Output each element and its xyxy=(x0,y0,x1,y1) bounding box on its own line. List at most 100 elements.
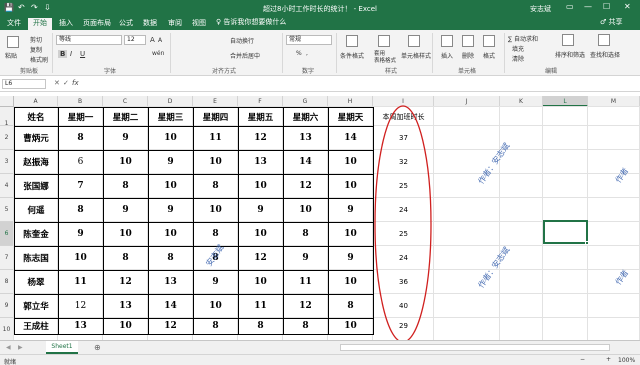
fill-handle[interactable] xyxy=(585,241,589,245)
header-cell[interactable]: 星期一 xyxy=(58,107,103,126)
hours-cell[interactable]: 6 xyxy=(58,150,103,174)
user-name[interactable]: 安志斌 xyxy=(530,4,551,14)
name-cell[interactable]: 杨翠 xyxy=(14,270,58,294)
name-cell[interactable]: 陈志国 xyxy=(14,246,58,270)
name-cell[interactable]: 何遥 xyxy=(14,198,58,222)
hours-cell[interactable]: 10 xyxy=(283,198,328,222)
row-header-5[interactable]: 5 xyxy=(0,198,14,222)
zoom-in-icon[interactable]: + xyxy=(606,356,611,363)
hours-cell[interactable]: 9 xyxy=(328,198,373,222)
font-size-select[interactable]: 12 xyxy=(124,35,146,45)
hours-cell[interactable]: 10 xyxy=(148,174,193,198)
worksheet-grid[interactable]: ABCDEFGHIJKLM 1 2 3 4 5 6 7 8 9 10 姓名 星期一 星期二 星期三 星期四… xyxy=(0,92,640,340)
row-header-10[interactable]: 10 xyxy=(0,318,14,340)
hours-cell[interactable]: 12 xyxy=(283,174,328,198)
overtime-value-cell[interactable]: 24 xyxy=(373,198,434,222)
overtime-header-cell[interactable]: 本周加班时长 xyxy=(373,107,434,126)
delete-cells-icon[interactable] xyxy=(462,35,474,47)
hours-cell[interactable]: 14 xyxy=(283,150,328,174)
format-cells-button[interactable]: 格式 xyxy=(483,51,495,60)
hours-cell[interactable]: 10 xyxy=(328,222,373,246)
add-sheet-icon[interactable]: ⊕ xyxy=(94,343,101,352)
fill-button[interactable]: 填充 xyxy=(512,44,524,53)
copy-button[interactable]: 复制 xyxy=(30,45,42,54)
hours-cell[interactable]: 11 xyxy=(283,270,328,294)
row-header-6[interactable]: 6 xyxy=(0,222,14,246)
hours-cell[interactable]: 10 xyxy=(238,174,283,198)
close-icon[interactable]: ✕ xyxy=(624,2,631,11)
hours-cell[interactable]: 10 xyxy=(328,270,373,294)
cell-styles-button[interactable]: 单元格样式 xyxy=(401,51,431,60)
phonetic-button[interactable]: wén xyxy=(152,50,164,57)
find-select-button[interactable]: 查找和选择 xyxy=(590,50,620,59)
hours-cell[interactable]: 10 xyxy=(103,150,148,174)
cell-styles-icon[interactable] xyxy=(408,35,420,47)
name-box[interactable]: L6 xyxy=(2,79,46,89)
hours-cell[interactable]: 12 xyxy=(58,294,103,318)
tell-me-search[interactable]: ♀ 告诉我你想要做什么 xyxy=(216,17,286,27)
hours-cell[interactable]: 10 xyxy=(193,294,238,318)
hours-cell[interactable]: 10 xyxy=(58,246,103,270)
hours-cell[interactable]: 8 xyxy=(193,222,238,246)
tab-home[interactable]: 开始 xyxy=(28,18,52,30)
row-header-4[interactable]: 4 xyxy=(0,174,14,198)
hours-cell[interactable]: 12 xyxy=(283,294,328,318)
format-painter-button[interactable]: 格式刷 xyxy=(30,55,48,64)
hours-cell[interactable]: 9 xyxy=(58,222,103,246)
tab-formulas[interactable]: 公式 xyxy=(116,18,136,30)
font-name-select[interactable]: 等线 xyxy=(56,35,122,45)
hours-cell[interactable]: 8 xyxy=(328,294,373,318)
format-as-table-button[interactable]: 套用 表格格式 xyxy=(374,51,396,65)
delete-cells-button[interactable]: 删除 xyxy=(462,51,474,60)
hours-cell[interactable]: 10 xyxy=(328,174,373,198)
header-cell[interactable]: 星期五 xyxy=(238,107,283,126)
hours-cell[interactable]: 9 xyxy=(148,150,193,174)
merge-center-button[interactable]: 合并后居中 xyxy=(230,51,260,60)
hours-cell[interactable]: 7 xyxy=(58,174,103,198)
row-header-8[interactable]: 8 xyxy=(0,270,14,294)
wrap-text-button[interactable]: 自动换行 xyxy=(230,36,254,45)
grow-font-button[interactable]: A xyxy=(150,36,155,44)
format-cells-icon[interactable] xyxy=(483,35,495,47)
overtime-value-cell[interactable]: 24 xyxy=(373,246,434,270)
hours-cell[interactable]: 14 xyxy=(148,294,193,318)
select-all-corner[interactable] xyxy=(0,96,14,107)
next-sheet-icon[interactable]: ▶ xyxy=(18,344,23,351)
row-header-9[interactable]: 9 xyxy=(0,294,14,318)
hours-cell[interactable]: 12 xyxy=(238,246,283,270)
row-header-7[interactable]: 7 xyxy=(0,246,14,270)
paste-button[interactable]: 粘贴 xyxy=(5,51,17,60)
hours-cell[interactable]: 10 xyxy=(148,126,193,150)
overtime-value-cell[interactable]: 25 xyxy=(373,222,434,246)
hours-cell[interactable]: 8 xyxy=(58,126,103,150)
tab-file[interactable]: 文件 xyxy=(3,18,25,30)
overtime-value-cell[interactable]: 40 xyxy=(373,294,434,318)
clear-button[interactable]: 清除 xyxy=(512,54,524,63)
hours-cell[interactable]: 13 xyxy=(58,318,103,334)
prev-sheet-icon[interactable]: ◀ xyxy=(6,344,11,351)
find-select-icon[interactable] xyxy=(598,34,610,46)
overtime-value-cell[interactable]: 25 xyxy=(373,174,434,198)
hours-cell[interactable]: 12 xyxy=(103,270,148,294)
conditional-format-button[interactable]: 条件格式 xyxy=(340,51,364,60)
italic-button[interactable]: I xyxy=(70,50,72,58)
hours-cell[interactable]: 8 xyxy=(238,318,283,334)
cancel-icon[interactable]: ✕ xyxy=(54,79,60,87)
hours-cell[interactable]: 8 xyxy=(193,318,238,334)
hours-cell[interactable]: 11 xyxy=(58,270,103,294)
sort-filter-button[interactable]: 排序和筛选 xyxy=(555,50,585,59)
insert-cells-icon[interactable] xyxy=(441,35,453,47)
hours-cell[interactable]: 8 xyxy=(148,246,193,270)
function-icon[interactable]: fx xyxy=(72,79,79,87)
hours-cell[interactable]: 10 xyxy=(103,318,148,334)
hours-cell[interactable]: 10 xyxy=(238,270,283,294)
hours-cell[interactable]: 13 xyxy=(238,150,283,174)
shrink-font-button[interactable]: A xyxy=(158,37,162,44)
hours-cell[interactable]: 9 xyxy=(103,198,148,222)
maximize-icon[interactable]: ☐ xyxy=(603,2,610,11)
hours-cell[interactable]: 12 xyxy=(238,126,283,150)
name-cell[interactable]: 张国娜 xyxy=(14,174,58,198)
name-cell[interactable]: 郭立华 xyxy=(14,294,58,318)
hours-cell[interactable]: 8 xyxy=(58,198,103,222)
hours-cell[interactable]: 10 xyxy=(193,198,238,222)
